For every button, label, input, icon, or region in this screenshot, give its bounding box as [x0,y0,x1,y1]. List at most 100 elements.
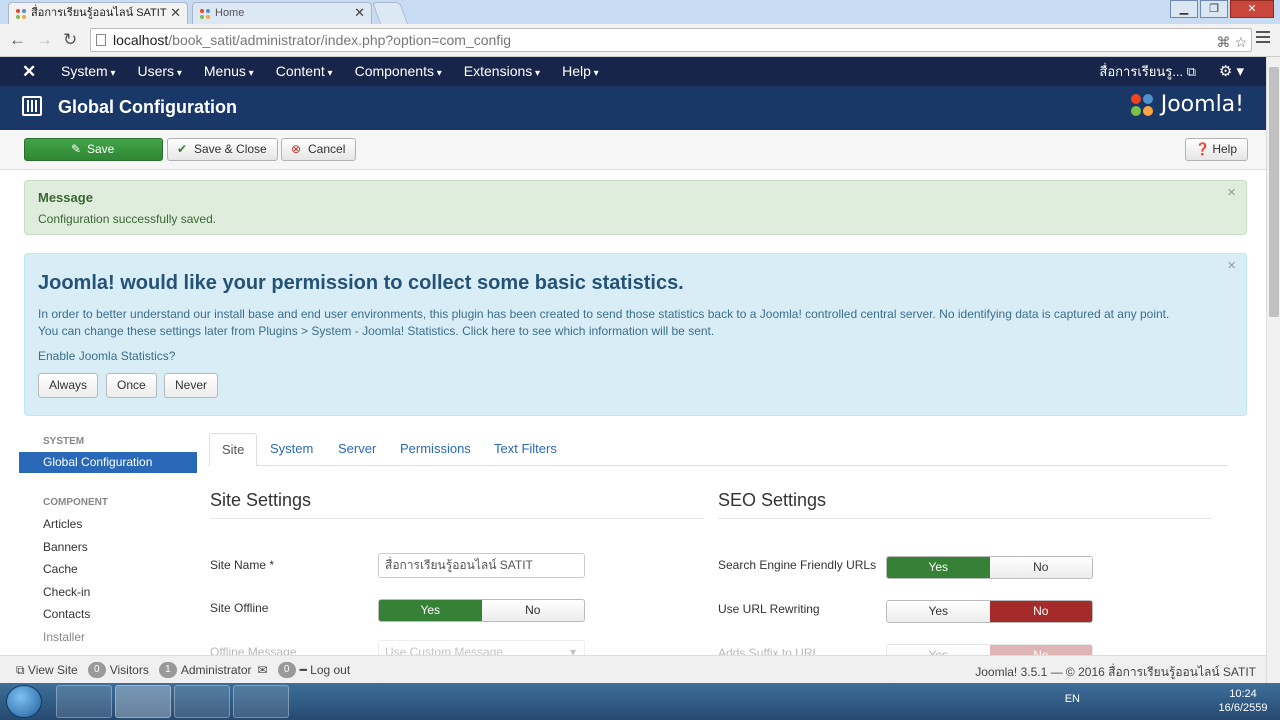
scrollbar-thumb[interactable] [1269,67,1279,317]
app-taskbar-icon[interactable] [174,685,230,718]
site-link[interactable]: สื่อการเรียนรู... ⧉ [1099,57,1196,86]
language-indicator[interactable]: EN [1065,693,1080,705]
page-header: Global Configuration Joomla! [0,86,1266,130]
view-site-link[interactable]: View Site [28,663,78,677]
back-icon[interactable]: ← [9,30,26,50]
browser-tab-label: Home [215,7,245,19]
site-offline-toggle[interactable]: Yes No [378,599,585,622]
tab-site[interactable]: Site [209,433,258,466]
sidebar-item-installer[interactable]: Installer [19,626,197,649]
check-icon: ✔ [177,142,188,156]
sidebar-header-component: COMPONENT [43,497,108,508]
close-icon[interactable]: × [1227,184,1236,201]
site-settings-title: Site Settings [210,490,312,510]
joomla-brand-icon [1129,92,1155,118]
always-button[interactable]: Always [38,373,99,398]
sef-urls-yes[interactable]: Yes [887,557,990,578]
close-icon[interactable]: × [1227,257,1236,274]
site-name-label: Site Name * [210,558,275,572]
tab-permissions[interactable]: Permissions [388,433,483,466]
envelope-icon: ✉ [257,663,268,677]
footer-copyright: Joomla! 3.5.1 — © 2016 สื่อการเรียนรู้ออ… [975,665,1256,679]
browser-tab-home[interactable]: Home ✕ [192,2,372,24]
tab-system[interactable]: System [258,433,325,466]
gear-icon[interactable]: ⚙ ▾ [1219,57,1244,86]
bookmark-star-icon[interactable]: ☆ [1234,34,1247,50]
menu-system[interactable]: System [50,57,127,88]
clock[interactable]: 10:24 16/6/2559 [1216,687,1270,715]
external-link-icon: ⧉ [1186,64,1196,79]
brand-text: Joomla! [1160,92,1244,117]
url-rewriting-no[interactable]: No [989,601,1092,622]
edit-icon: ✎ [71,142,82,156]
section-divider [718,518,1212,519]
translate-icon[interactable]: ⌘ [1217,34,1231,50]
url-host: localhost [113,32,169,48]
close-tab-icon[interactable]: ✕ [354,3,365,23]
maximize-button[interactable]: ❐ [1200,0,1228,18]
browser-tabstrip: สื่อการเรียนรู้ออนไลน์ SATIT ✕ Home ✕ ▁ … [0,0,1280,24]
minus-icon: ━ [299,663,311,677]
admin-navbar: ✕ System Users Menus Content Components … [0,57,1266,86]
visitors-badge: 0 [87,662,106,678]
site-link-label: สื่อการเรียนรู... [1099,64,1184,79]
site-offline-no[interactable]: No [481,600,584,621]
url-rewriting-yes[interactable]: Yes [887,601,990,622]
joomla-favicon-icon [15,7,27,19]
never-button[interactable]: Never [164,373,219,398]
messages-badge: 0 [277,662,296,678]
minimize-button[interactable]: ▁ [1170,0,1198,18]
start-button[interactable] [6,685,42,718]
clock-time: 10:24 [1229,688,1257,700]
site-offline-label: Site Offline [210,601,269,615]
close-tab-icon[interactable]: ✕ [170,3,181,23]
sidebar-item-contacts[interactable]: Contacts [19,603,197,626]
url-rewriting-toggle[interactable]: Yes No [886,600,1093,623]
sidebar-item-banners[interactable]: Banners [19,536,197,559]
sidebar-item-check-in[interactable]: Check-in [19,581,197,604]
forward-icon[interactable]: → [36,30,53,50]
administrator-label: Administrator [180,663,252,677]
address-bar[interactable]: localhost/book_satit/administrator/index… [90,28,1252,52]
sef-urls-toggle[interactable]: Yes No [886,556,1093,579]
menu-components[interactable]: Components [344,57,453,88]
reload-icon[interactable]: ↻ [63,30,77,50]
page-scrollbar[interactable] [1266,57,1280,683]
save-label: Save [87,142,115,156]
joomla-logo-icon[interactable]: ✕ [22,62,36,82]
browser-tab-active[interactable]: สื่อการเรียนรู้ออนไลน์ SATIT ✕ [8,2,188,24]
new-tab-button[interactable] [371,2,409,24]
admins-badge: 1 [158,662,177,678]
once-button[interactable]: Once [106,373,157,398]
page-icon [96,34,106,46]
save-close-button[interactable]: ✔ Save & Close [167,138,278,161]
stats-question: Enable Joomla Statistics? [38,349,176,363]
cancel-button[interactable]: ⊗ Cancel [281,138,357,161]
browser-tab-label: สื่อการเรียนรู้ออนไลน์ SATIT [31,7,167,19]
statistics-message: × Joomla! would like your permission to … [24,253,1247,416]
sidebar-item-articles[interactable]: Articles [19,513,197,536]
tab-text-filters[interactable]: Text Filters [482,433,569,466]
logout-link[interactable]: Log out [310,663,350,677]
menu-content[interactable]: Content [265,57,344,88]
menu-extensions[interactable]: Extensions [453,57,551,88]
browser-menu-icon[interactable] [1256,31,1270,46]
menu-menus[interactable]: Menus [193,57,265,88]
site-offline-yes[interactable]: Yes [379,600,482,621]
sidebar-item-global-configuration[interactable]: Global Configuration [19,452,197,473]
sidebar-item-cache[interactable]: Cache [19,558,197,581]
window-close-button[interactable]: ✕ [1230,0,1274,18]
save-button[interactable]: ✎ Save [24,138,163,161]
explorer-taskbar-icon[interactable] [56,685,112,718]
joomla-brand: Joomla! [1129,92,1244,118]
sef-urls-no[interactable]: No [989,557,1092,578]
menu-users[interactable]: Users [127,57,193,88]
browser-toolbar: ← → ↻ localhost/book_satit/administrator… [0,24,1280,57]
chrome-taskbar-icon[interactable] [115,685,171,718]
tab-server[interactable]: Server [326,433,388,466]
help-button[interactable]: ❓ Help [1185,138,1248,161]
action-toolbar: ✎ Save ✔ Save & Close ⊗ Cancel ❓ Help [0,130,1266,170]
app2-taskbar-icon[interactable] [233,685,289,718]
menu-help[interactable]: Help [551,57,610,88]
site-name-input[interactable]: สื่อการเรียนรู้ออนไลน์ SATIT [378,553,585,578]
